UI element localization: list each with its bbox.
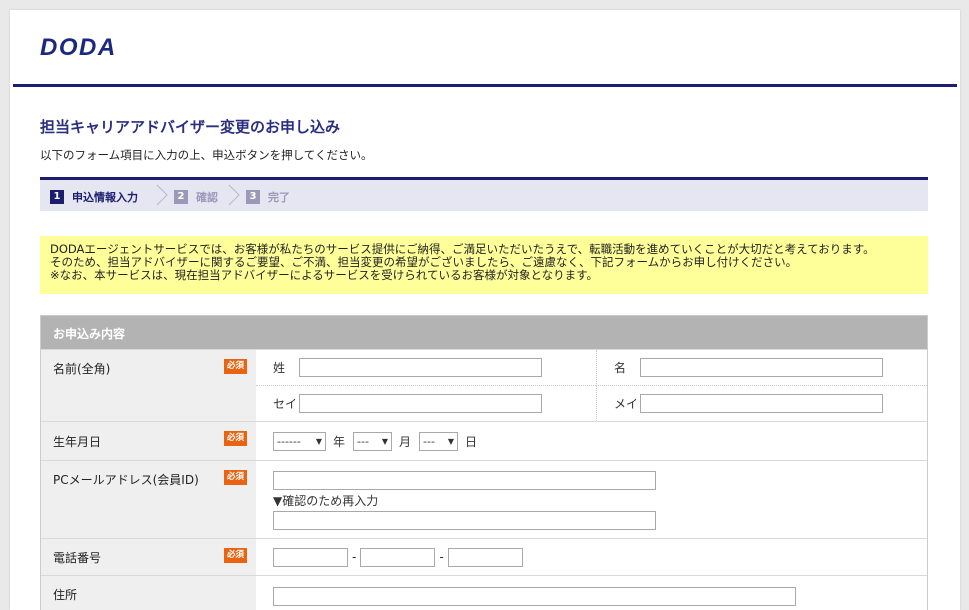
email-confirm-input[interactable]: [273, 511, 656, 530]
step-2: 2 確認: [174, 189, 218, 205]
first-name-kana-label: メイ: [614, 397, 639, 411]
birth-year-select[interactable]: ------ ▼: [273, 431, 326, 451]
first-name-cell: 名: [596, 350, 927, 386]
dropdown-arrow-icon: ▼: [315, 436, 322, 446]
field-label: PCメールアドレス(会員ID): [53, 473, 199, 487]
birthdate-label: 生年月日 必須: [41, 422, 256, 460]
page-title: 担当キャリアアドバイザー変更のお申し込み: [40, 118, 341, 136]
phone-input-3[interactable]: [447, 547, 523, 567]
last-name-kana-cell: セイ: [256, 386, 596, 421]
field-label: 生年月日: [53, 435, 102, 449]
chevron-right-icon: [156, 184, 168, 206]
name-fields: 姓 名 セイ メイ: [256, 350, 927, 421]
birthdate-fields: ------ ▼ 年 --- ▼ 月 --- ▼ 日: [256, 422, 927, 460]
birth-month-select[interactable]: --- ▼: [353, 431, 393, 451]
required-badge: 必須: [224, 548, 248, 563]
first-name-kana-input[interactable]: [640, 394, 883, 413]
address-input[interactable]: [273, 587, 796, 606]
page-lead: 以下のフォーム項目に入力の上、申込ボタンを押してください。: [40, 148, 373, 162]
name-label: 名前(全角) 必須: [41, 350, 256, 421]
email-label: PCメールアドレス(会員ID) 必須: [41, 461, 256, 538]
step-label: 完了: [268, 191, 290, 204]
dropdown-arrow-icon: ▼: [447, 436, 455, 446]
form-section-header: お申込み内容: [41, 316, 927, 349]
birth-day-select[interactable]: --- ▼: [419, 431, 459, 451]
step-3: 3 完了: [246, 189, 290, 205]
year-unit: 年: [333, 434, 346, 449]
required-badge: 必須: [224, 431, 248, 446]
field-label: 住所: [53, 588, 78, 602]
step-indicator: 1 申込情報入力 2 確認 3 完了: [40, 177, 928, 211]
last-name-label: 姓: [273, 361, 286, 375]
last-name-input[interactable]: [299, 358, 542, 377]
required-badge: 必須: [224, 470, 248, 485]
phone-input-1[interactable]: [273, 547, 348, 567]
birthdate-row: 生年月日 必須 ------ ▼ 年 --- ▼ 月 --- ▼ 日: [41, 421, 927, 460]
email-row: PCメールアドレス(会員ID) 必須 ▼確認のため再入力: [41, 460, 927, 538]
phone-separator: -: [439, 550, 444, 564]
select-value: ---: [423, 434, 435, 448]
email-input[interactable]: [273, 471, 656, 490]
address-fields: [256, 576, 927, 610]
required-badge: 必須: [224, 359, 248, 374]
name-row: 名前(全角) 必須 姓 名 セイ メイ: [41, 349, 927, 421]
dropdown-arrow-icon: ▼: [381, 436, 389, 446]
email-fields: ▼確認のため再入力: [256, 461, 927, 538]
application-form: お申込み内容 名前(全角) 必須 姓 名 セイ メイ 生年月日 必須 -----…: [40, 315, 928, 610]
phone-separator: -: [352, 550, 357, 564]
last-name-kana-input[interactable]: [299, 394, 542, 413]
step-number: 1: [50, 190, 64, 204]
step-label: 申込情報入力: [72, 191, 138, 204]
chevron-right-icon: [228, 184, 240, 206]
step-number: 3: [246, 190, 260, 204]
site-header: DODA: [13, 10, 957, 87]
doda-logo[interactable]: DODA: [40, 34, 117, 62]
select-value: ---: [357, 434, 369, 448]
phone-fields: - -: [256, 539, 927, 575]
first-name-kana-cell: メイ: [596, 386, 927, 421]
email-confirm-label: ▼確認のため再入力: [273, 494, 379, 508]
notice-line: ※なお、本サービスは、現在担当アドバイザーによるサービスを受けられているお客様が…: [50, 268, 598, 282]
month-unit: 月: [399, 434, 412, 449]
field-label: 電話番号: [53, 551, 102, 565]
page: DODA 担当キャリアアドバイザー変更のお申し込み 以下のフォーム項目に入力の上…: [10, 10, 960, 610]
phone-input-2[interactable]: [360, 547, 436, 567]
phone-label: 電話番号 必須: [41, 539, 256, 575]
step-1: 1 申込情報入力: [50, 189, 138, 205]
phone-row: 電話番号 必須 - -: [41, 538, 927, 575]
last-name-kana-label: セイ: [273, 397, 298, 411]
first-name-input[interactable]: [640, 358, 883, 377]
select-value: ------: [277, 434, 301, 448]
address-label: 住所: [41, 576, 256, 610]
day-unit: 日: [465, 434, 478, 449]
step-label: 確認: [196, 191, 218, 204]
last-name-cell: 姓: [256, 350, 596, 386]
notice-box: DODAエージェントサービスでは、お客様が私たちのサービス提供にご納得、ご満足い…: [40, 236, 928, 294]
step-number: 2: [174, 190, 188, 204]
field-label: 名前(全角): [53, 362, 111, 376]
address-row: 住所: [41, 575, 927, 610]
first-name-label: 名: [614, 361, 627, 375]
